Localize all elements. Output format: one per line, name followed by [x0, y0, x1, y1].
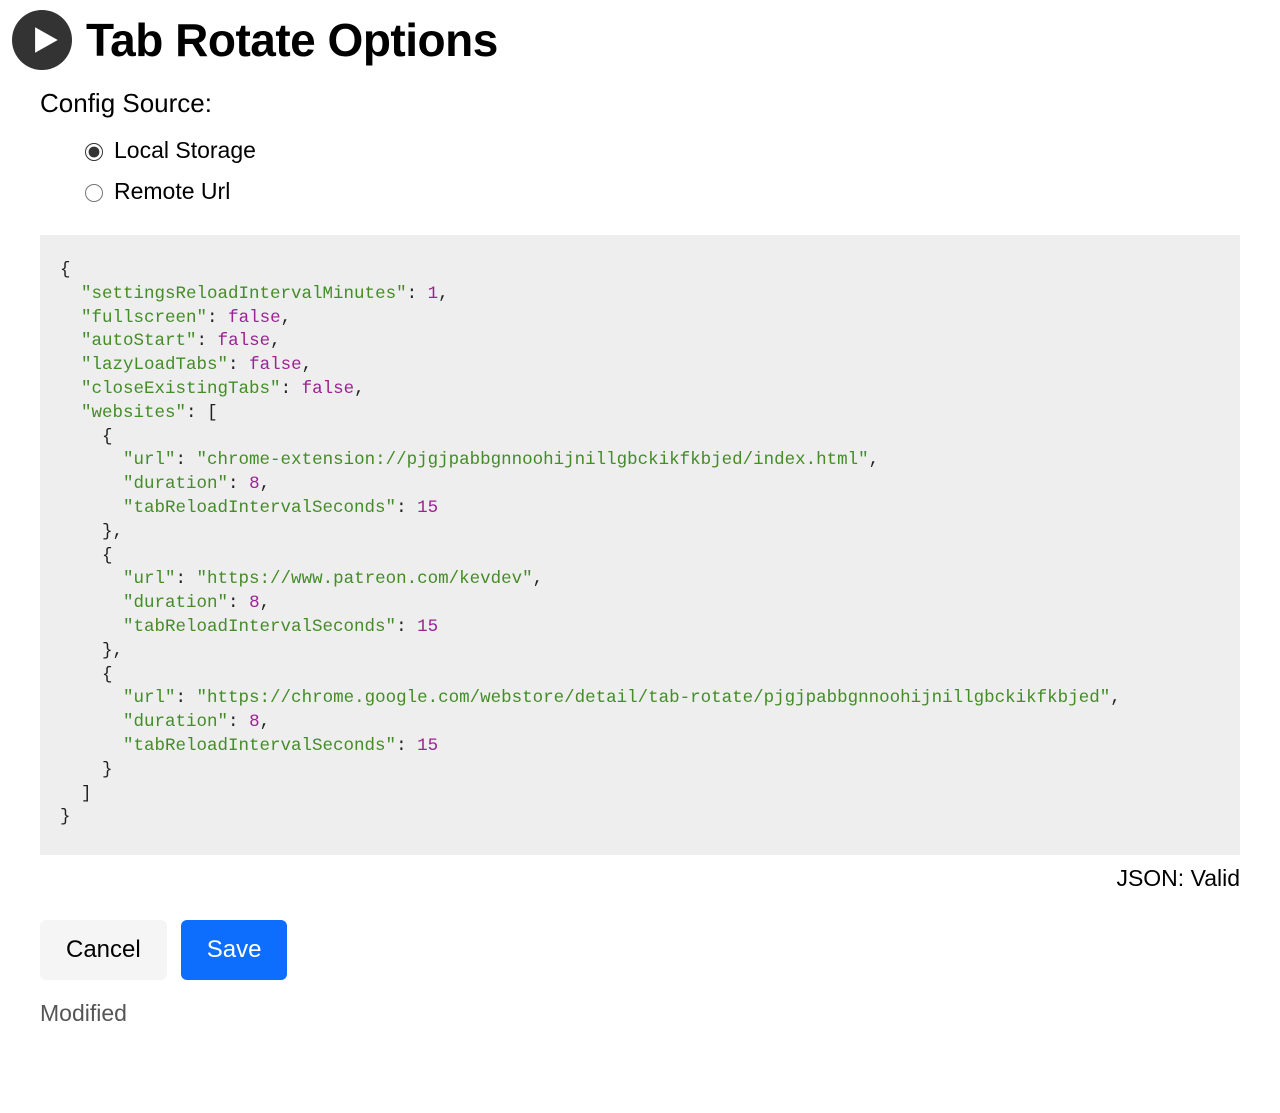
- cancel-button[interactable]: Cancel: [40, 920, 167, 980]
- radio-local-storage-input[interactable]: [85, 143, 103, 161]
- config-json-editor[interactable]: { "settingsReloadIntervalMinutes": 1, "f…: [40, 235, 1240, 855]
- page-title: Tab Rotate Options: [86, 13, 498, 67]
- json-status-label: JSON:: [1116, 865, 1184, 891]
- save-button[interactable]: Save: [181, 920, 288, 980]
- config-source-label: Config Source:: [40, 88, 1240, 119]
- radio-remote-url[interactable]: Remote Url: [80, 178, 1240, 205]
- radio-remote-url-label: Remote Url: [114, 178, 230, 205]
- radio-local-storage[interactable]: Local Storage: [80, 137, 1240, 164]
- play-icon: [12, 10, 72, 70]
- json-status: JSON: Valid: [40, 865, 1240, 892]
- modified-status: Modified: [40, 1000, 1240, 1027]
- radio-local-storage-label: Local Storage: [114, 137, 256, 164]
- config-source-radio-group: Local Storage Remote Url: [80, 137, 1240, 205]
- radio-remote-url-input[interactable]: [85, 184, 103, 202]
- json-status-value: Valid: [1191, 865, 1240, 891]
